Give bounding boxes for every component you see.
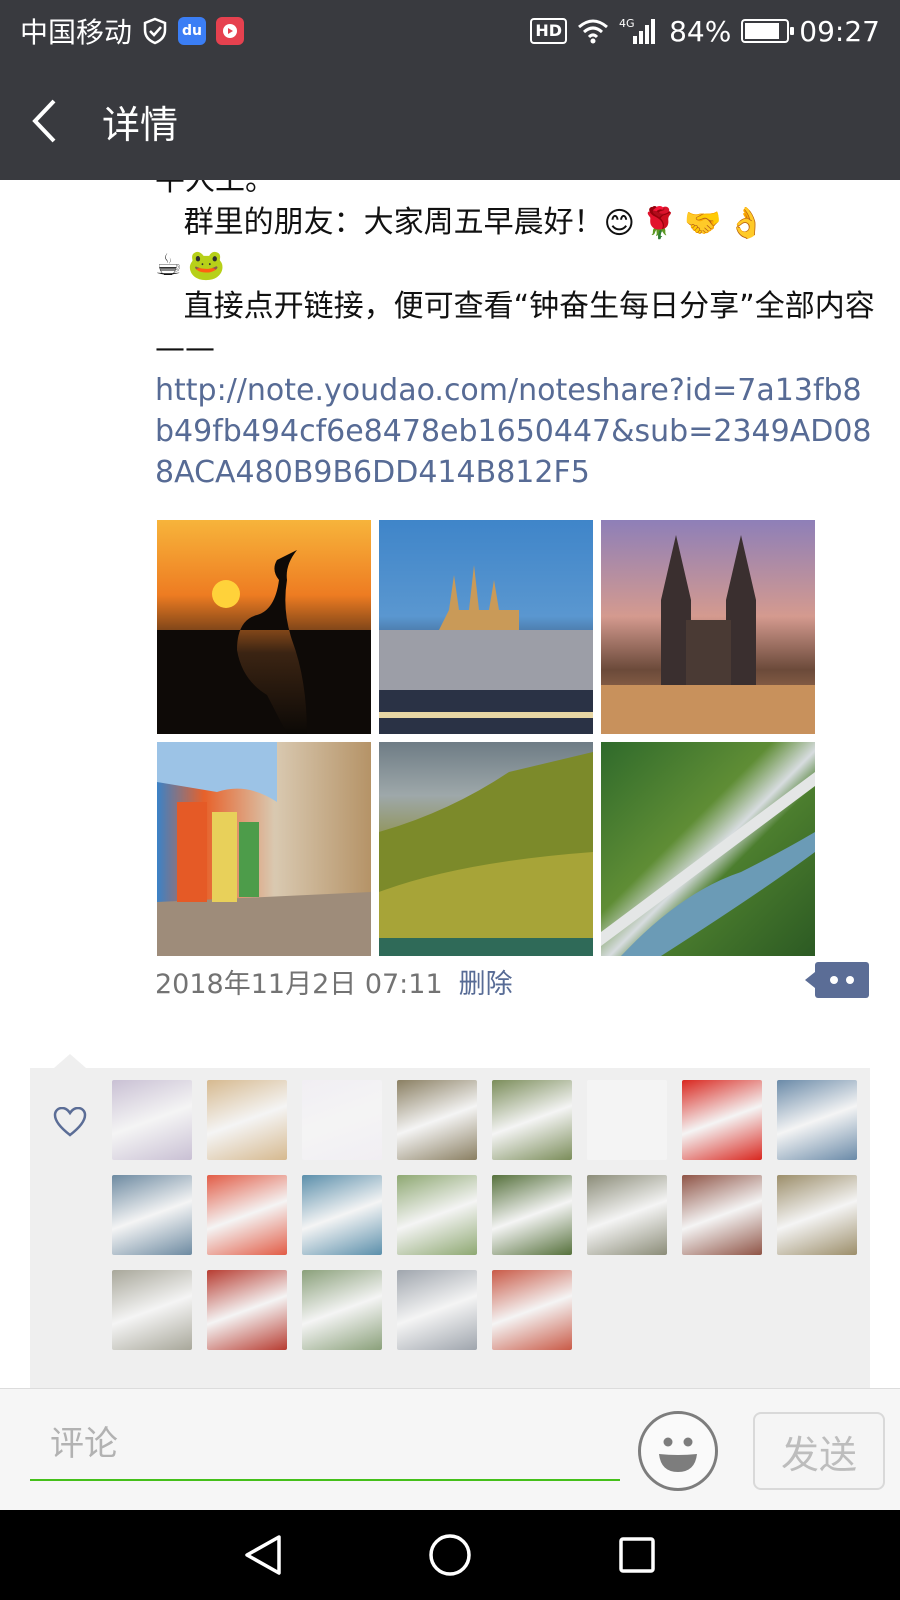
video-app-icon: [216, 17, 245, 45]
emoji-button[interactable]: [638, 1411, 718, 1491]
back-button[interactable]: [0, 62, 90, 180]
liker-avatar[interactable]: [112, 1175, 192, 1255]
post-time: 2018年11月2日 07:11: [155, 968, 443, 1000]
send-button[interactable]: 发送: [753, 1412, 885, 1490]
liker-avatar[interactable]: [112, 1080, 192, 1160]
emoji-row: 😊 🌹 🤝 👌: [604, 206, 765, 242]
post-line-emojis: ☕ 🐸: [155, 244, 875, 286]
liker-avatar[interactable]: [492, 1270, 572, 1350]
dot-icon: [846, 976, 854, 984]
liker-avatar[interactable]: [302, 1270, 382, 1350]
street-drawing: [157, 742, 371, 956]
liker-avatars: [112, 1080, 872, 1350]
clock: 09:27: [799, 14, 880, 48]
comment-bar: 发送: [0, 1388, 900, 1510]
emoji-icon: 😊: [603, 205, 635, 241]
home-circle-icon: [429, 1534, 471, 1576]
aerial-river-photo[interactable]: [601, 742, 815, 956]
signal-icon: 4G: [619, 16, 659, 46]
post-line-partial: 平人工。: [155, 180, 275, 198]
hd-badge: HD: [530, 18, 568, 44]
cathedral-photo[interactable]: [601, 520, 815, 734]
emoji-icon: 🤝: [684, 205, 722, 241]
liker-avatar[interactable]: [207, 1080, 287, 1160]
likes-panel: [30, 1054, 872, 1388]
liker-avatar[interactable]: [492, 1175, 572, 1255]
liker-avatar[interactable]: [397, 1175, 477, 1255]
emoji-icon: 🌹: [640, 205, 679, 241]
post-detail: 平人工。 群里的朋友：大家周五早晨好！ 😊 🌹 🤝 👌 ☕ 🐸 直接点开链接，便可查看“钟…: [0, 180, 900, 1388]
chevron-left-icon: [32, 99, 56, 143]
cathedral-drawing: [601, 535, 815, 734]
status-bar: 中国移动 du HD 4G 84% 09:27: [0, 0, 900, 62]
recents-square-icon: [618, 1537, 655, 1573]
delete-link[interactable]: 删除: [459, 962, 513, 1001]
post-link[interactable]: http://note.youdao.com/noteshare?id=7a13…: [155, 370, 875, 493]
greeting-text: 群里的朋友：大家周五早晨好！: [155, 205, 604, 240]
liker-avatar[interactable]: [587, 1080, 667, 1160]
screen: 中国移动 du HD 4G 84% 09:27 详情 平人工。 群里的朋友：大家…: [0, 0, 900, 1600]
river-drawing: [601, 772, 815, 956]
liker-avatar[interactable]: [207, 1175, 287, 1255]
heart-icon: [50, 1102, 90, 1142]
photo-grid: [157, 520, 817, 956]
comment-input[interactable]: [30, 1409, 620, 1481]
liker-avatar[interactable]: [302, 1175, 382, 1255]
battery-icon: [741, 19, 795, 43]
liker-avatar[interactable]: [682, 1080, 762, 1160]
back-triangle-icon: [245, 1535, 282, 1575]
emoji-row: ☕ 🐸: [155, 248, 225, 284]
baidu-app-icon: du: [178, 17, 207, 45]
wifi-icon: [577, 18, 609, 44]
post-meta: 2018年11月2日 07:11 删除: [155, 958, 875, 1004]
liker-avatar[interactable]: [397, 1270, 477, 1350]
liker-avatar[interactable]: [777, 1175, 857, 1255]
liker-avatar[interactable]: [682, 1175, 762, 1255]
mountain-valley-photo[interactable]: [379, 742, 593, 956]
status-left: 中国移动 du: [20, 11, 245, 51]
battery-fill: [745, 23, 779, 39]
liker-avatar[interactable]: [587, 1175, 667, 1255]
heron-silhouette: [157, 550, 371, 734]
shield-icon: [142, 17, 168, 45]
liker-avatar[interactable]: [112, 1270, 192, 1350]
nav-home-button[interactable]: [420, 1525, 480, 1585]
liker-avatar[interactable]: [492, 1080, 572, 1160]
title-bar: 详情: [0, 62, 900, 180]
post-line-link-intro: 直接点开链接，便可查看“钟奋生每日分享”全部内容——: [155, 289, 875, 366]
network-type: 4G: [619, 17, 635, 30]
post-text: 平人工。 群里的朋友：大家周五早晨好！ 😊 🌹 🤝 👌 ☕ 🐸 直接点开链接，便可查看“钟…: [155, 180, 875, 493]
emoji-icon: 🐸: [187, 247, 226, 283]
dot-icon: [830, 976, 838, 984]
sunset-heron-photo[interactable]: [157, 520, 371, 734]
castle-night-photo[interactable]: [379, 520, 593, 734]
emoji-icon: 👌: [727, 205, 765, 241]
battery-percent: 84%: [669, 14, 732, 48]
emoji-icon: ☕: [155, 247, 182, 283]
liker-avatar[interactable]: [777, 1080, 857, 1160]
mountain-drawing: [379, 752, 593, 956]
liker-avatar[interactable]: [207, 1270, 287, 1350]
liker-avatar[interactable]: [302, 1080, 382, 1160]
carrier-label: 中国移动: [20, 16, 133, 49]
more-actions-button[interactable]: [805, 962, 869, 998]
nav-recents-button[interactable]: [607, 1525, 667, 1585]
page-title: 详情: [102, 102, 179, 147]
post-line-greeting: 群里的朋友：大家周五早晨好！ 😊 🌹 🤝 👌: [155, 202, 875, 244]
system-nav-bar: [0, 1510, 900, 1600]
castle-drawing: [379, 565, 593, 734]
status-right: HD 4G 84% 09:27: [530, 15, 880, 48]
colorful-street-photo[interactable]: [157, 742, 371, 956]
smiley-icon: [659, 1437, 697, 1472]
liker-avatar[interactable]: [397, 1080, 477, 1160]
nav-back-button[interactable]: [233, 1525, 293, 1585]
